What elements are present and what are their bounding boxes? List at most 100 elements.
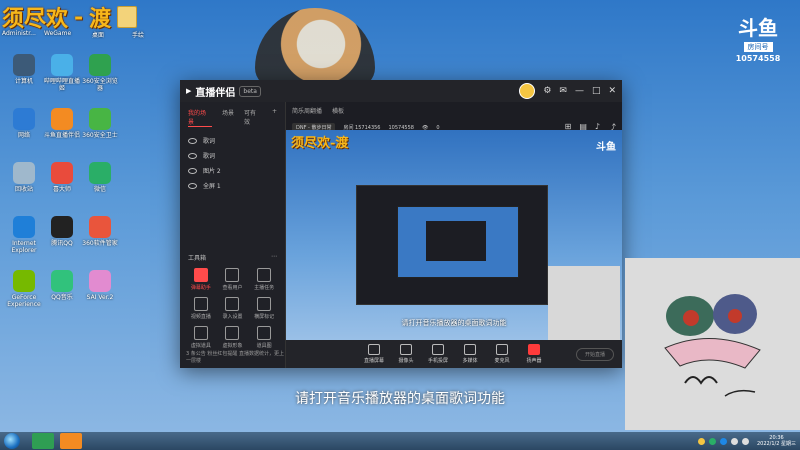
- desktop-icon-geforce[interactable]: GeForce Experience: [4, 270, 44, 308]
- tool-tasks[interactable]: 主播任务: [249, 268, 279, 291]
- maximize-icon[interactable]: □: [592, 86, 601, 96]
- desktop-icon-bilibili[interactable]: 哔哩哔哩直播姬: [42, 54, 82, 92]
- top-icon-labels: Administr... WeGame 桌面 手绘: [0, 0, 160, 40]
- taskbar-douyu-icon[interactable]: [60, 433, 82, 449]
- desktop-icon-recycle[interactable]: 回收站: [4, 162, 44, 193]
- sai-icon: [89, 270, 111, 292]
- minimize-icon[interactable]: —: [575, 86, 584, 96]
- eye-icon[interactable]: [188, 182, 197, 189]
- desktop-icon-douyu[interactable]: 斗鱼直播伴侣: [42, 108, 82, 139]
- clock[interactable]: 20:36 2022/1/2 星期三: [757, 435, 796, 447]
- tool-input[interactable]: 录入设置: [218, 297, 248, 320]
- desktop-icon-360guard[interactable]: 360安全卫士: [80, 108, 120, 139]
- scene-item[interactable]: 歌词: [180, 148, 285, 163]
- screen-button[interactable]: 直播屏幕: [362, 344, 386, 364]
- douyu-icon: [51, 108, 73, 130]
- add-scene-icon[interactable]: +: [272, 108, 277, 127]
- taskbar: 20:36 2022/1/2 星期三: [0, 432, 800, 450]
- title-bar[interactable]: ▶ 直播伴侣 beta ⚙ ✉ — □ ✕: [180, 80, 622, 102]
- notice-bar[interactable]: 3 条公告 粉丝红包提醒 直播数据统计，更上一层楼: [186, 350, 285, 364]
- stream-preview[interactable]: 须尽欢-渡 斗鱼 请打开音乐播放器的桌面歌词功能: [286, 130, 622, 340]
- desktop-icon-computer[interactable]: 计算机: [4, 54, 44, 85]
- start-button[interactable]: [4, 433, 20, 449]
- tool-grid: 弹幕助手 查看用户 主播任务 视频直播 录入设置 横屏标记 虚拟道具 虚拟形象 …: [180, 264, 285, 353]
- desktop-icon-sai[interactable]: SAI Ver.2: [80, 270, 120, 301]
- media-button[interactable]: 多媒体: [458, 344, 482, 364]
- media-icon: [464, 344, 476, 355]
- download-icon: [225, 297, 240, 311]
- tab-scenes[interactable]: 场景: [222, 108, 234, 127]
- tab-music[interactable]: 简乐周翻播: [292, 106, 322, 115]
- tray-network-icon[interactable]: [730, 437, 738, 445]
- tab-landscape[interactable]: 横板: [332, 106, 344, 115]
- more-icon[interactable]: ⋯: [271, 253, 277, 262]
- toolbox-header: 工具箱 ⋯: [180, 247, 285, 264]
- main-tabs: 简乐周翻播 横板: [286, 102, 622, 119]
- taskbar-qqmusic-icon[interactable]: [32, 433, 54, 449]
- danmu-icon: [193, 268, 208, 282]
- live-companion-window: ▶ 直播伴侣 beta ⚙ ✉ — □ ✕ 我的场景 场景 可有效 + 歌词 歌…: [180, 80, 622, 368]
- desktop-icon-xidashi[interactable]: 喜大师: [42, 162, 82, 193]
- start-live-button[interactable]: 开始直播: [575, 348, 614, 361]
- eye-icon[interactable]: [188, 167, 197, 174]
- top-label-wegame[interactable]: WeGame: [44, 30, 71, 37]
- video-icon: [193, 297, 208, 311]
- avatar[interactable]: [519, 83, 536, 99]
- tray-wechat-icon[interactable]: [708, 437, 716, 445]
- network-icon: [13, 108, 35, 130]
- desktop-icon-wechat[interactable]: 微信: [80, 162, 120, 193]
- settings-icon[interactable]: ⚙: [543, 86, 551, 96]
- tray-volume-icon[interactable]: [741, 437, 749, 445]
- microphone-icon: [496, 344, 508, 355]
- tool-danmu[interactable]: 弹幕助手: [186, 268, 216, 291]
- eye-icon[interactable]: [188, 152, 197, 159]
- room-label: 房间号: [743, 42, 773, 52]
- tool-props[interactable]: 虚拟道具: [186, 326, 216, 349]
- version-badge: beta: [239, 85, 261, 97]
- browser-360-icon: [89, 54, 111, 76]
- guard-360-icon: [89, 108, 111, 130]
- main-pane: 简乐周翻播 横板 DNF - 散步日常 房间 15714356 10574558…: [286, 102, 622, 368]
- speaker-button[interactable]: 扬声器: [522, 344, 546, 364]
- desktop-icon-qqmusic[interactable]: QQ音乐: [42, 270, 82, 301]
- avatar-icon: [225, 326, 240, 340]
- tool-avatar[interactable]: 虚拟形象: [218, 326, 248, 349]
- desktop-icon-360browser[interactable]: 360安全浏览器: [80, 54, 120, 92]
- tray-qq-icon[interactable]: [719, 437, 727, 445]
- preview-nested-screen: [397, 206, 519, 278]
- tool-landscape[interactable]: 横屏标记: [249, 297, 279, 320]
- desktop-icon-network[interactable]: 网络: [4, 108, 44, 139]
- tray-app-icon[interactable]: [697, 437, 705, 445]
- room-id: 10574558: [735, 54, 781, 63]
- close-icon[interactable]: ✕: [608, 86, 616, 96]
- preview-banner: 须尽欢-渡: [291, 136, 349, 151]
- scene-item[interactable]: 歌词: [180, 133, 285, 148]
- scene-item[interactable]: 图片 2: [180, 163, 285, 178]
- tool-prop-image[interactable]: 道具图: [249, 326, 279, 349]
- douyu-logo: 斗鱼: [738, 16, 778, 40]
- desktop-icon-360soft[interactable]: 360软件管家: [80, 216, 120, 247]
- mic-button[interactable]: 麦克风: [490, 344, 514, 364]
- scene-item[interactable]: 全屏 1: [180, 178, 285, 193]
- phone-cast-button[interactable]: 手机投屏: [426, 344, 450, 364]
- tab-valid[interactable]: 可有效: [244, 108, 262, 127]
- app-title: 直播伴侣: [195, 87, 236, 99]
- scene-panel: 我的场景 场景 可有效 + 歌词 歌词 图片 2 全屏 1 工具箱 ⋯ 弹幕助手…: [180, 102, 286, 368]
- phone-icon: [432, 344, 444, 355]
- desktop-icon-qq[interactable]: 腾讯QQ: [42, 216, 82, 247]
- top-label-draw[interactable]: 手绘: [132, 30, 144, 39]
- desktop-icon-ie[interactable]: Internet Explorer: [4, 216, 44, 254]
- tab-my-scenes[interactable]: 我的场景: [188, 108, 212, 127]
- preview-signature-image: [548, 266, 620, 340]
- system-tray: 20:36 2022/1/2 星期三: [697, 432, 796, 450]
- message-icon[interactable]: ✉: [559, 86, 567, 96]
- tool-users[interactable]: 查看用户: [218, 268, 248, 291]
- app-logo-icon: ▶: [186, 87, 192, 95]
- tool-video[interactable]: 视频直播: [186, 297, 216, 320]
- eye-icon[interactable]: [188, 137, 197, 144]
- xidashi-icon: [51, 162, 73, 184]
- top-label-desktop[interactable]: 桌面: [92, 30, 104, 39]
- top-label-admin[interactable]: Administr...: [2, 30, 36, 37]
- wallpaper-mascot: [255, 8, 375, 88]
- camera-button[interactable]: 摄像头: [394, 344, 418, 364]
